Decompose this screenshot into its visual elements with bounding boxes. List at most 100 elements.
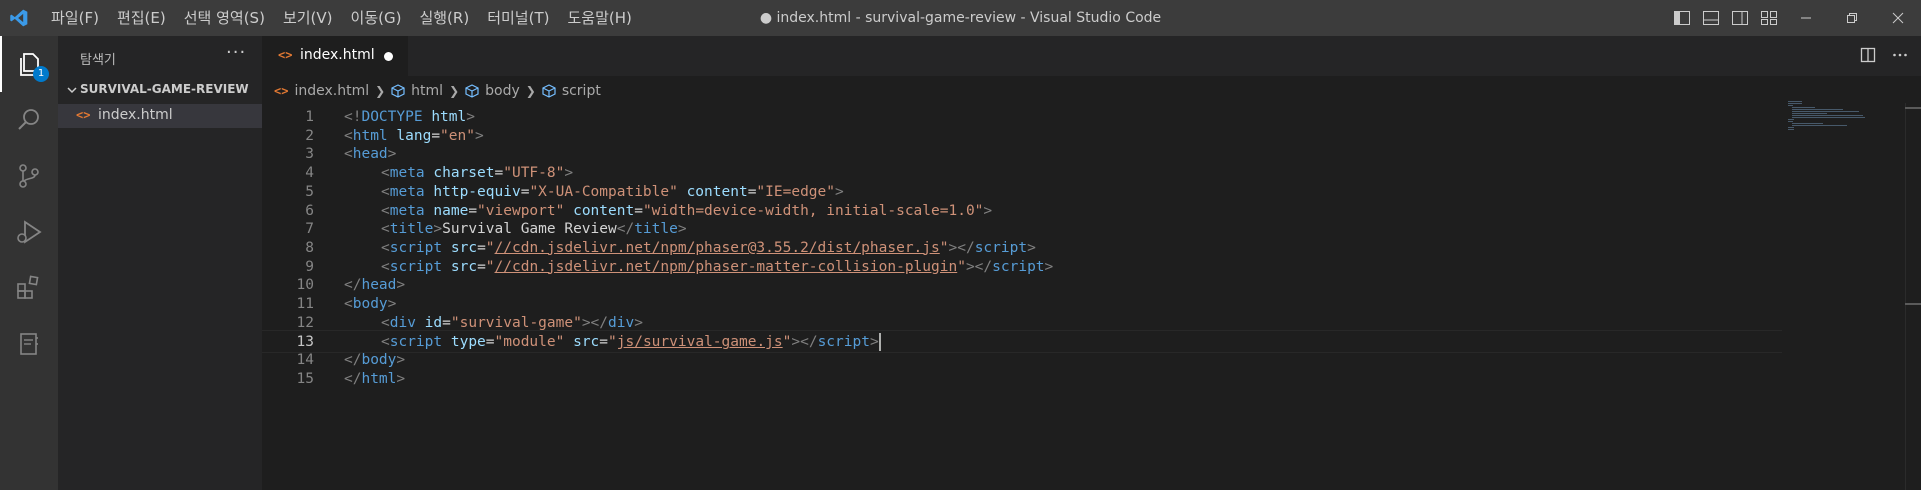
code-token: </ — [344, 352, 362, 369]
code-token: "X-UA-Compatible" — [529, 183, 678, 200]
code-token: = — [468, 202, 478, 219]
code-token: src — [573, 334, 600, 351]
minimap-line — [1792, 125, 1847, 126]
code-token: > — [433, 221, 443, 238]
code-token: < — [381, 202, 390, 219]
activity-source-control[interactable] — [0, 148, 58, 204]
minimap-line — [1788, 119, 1795, 120]
menu-help[interactable]: 도움말(H) — [558, 0, 640, 36]
symbol-element-icon — [391, 84, 405, 98]
more-actions-icon[interactable] — [1891, 46, 1909, 64]
scrollbar-marker — [1905, 107, 1921, 109]
code-token: = — [634, 202, 643, 219]
window-controls — [1783, 0, 1921, 36]
menu-view[interactable]: 보기(V) — [274, 0, 342, 36]
breadcrumb-body[interactable]: ❯ body — [443, 83, 520, 99]
code-token: > — [1044, 258, 1054, 275]
toggle-secondary-sidebar-icon[interactable] — [1730, 8, 1750, 28]
minimap-line — [1792, 113, 1828, 114]
breadcrumb-file[interactable]: <> index.html — [274, 83, 369, 99]
workspace-folder-label: SURVIVAL-GAME-REVIEW — [80, 82, 249, 96]
chevron-right-icon: ❯ — [449, 84, 460, 98]
code-token: ></ — [965, 258, 993, 275]
code-text: </html> — [344, 368, 405, 391]
tab-index-html[interactable]: <> index.html — [262, 36, 408, 76]
code-token: head — [352, 146, 388, 163]
code-token: > — [387, 146, 397, 163]
breadcrumb-label: script — [561, 83, 601, 99]
code-token: < — [344, 146, 353, 163]
toggle-primary-sidebar-icon[interactable] — [1672, 8, 1692, 28]
code-token: "UTF-8" — [503, 165, 565, 182]
code-token: < — [381, 165, 390, 182]
window-title: ● index.html - survival-game-review - Vi… — [759, 10, 1162, 26]
code-token: < — [344, 296, 353, 312]
menu-file[interactable]: 파일(F) — [42, 0, 108, 36]
code-token: = — [442, 314, 451, 331]
code-token: script — [974, 239, 1028, 256]
toggle-panel-icon[interactable] — [1701, 8, 1721, 28]
workspace-folder-header[interactable]: SURVIVAL-GAME-REVIEW — [58, 80, 262, 102]
menu-selection[interactable]: 선택 영역(S) — [175, 0, 274, 36]
activity-notebook[interactable] — [0, 316, 58, 372]
code-token: > — [564, 165, 574, 182]
code-token: < — [344, 127, 353, 144]
chevron-right-icon: ❯ — [525, 84, 536, 98]
minimap[interactable] — [1788, 101, 1900, 141]
code-token: = — [494, 165, 504, 182]
breadcrumb-html[interactable]: ❯ html — [369, 83, 443, 99]
menu-go[interactable]: 이동(G) — [342, 0, 411, 36]
html-file-icon: <> — [274, 84, 289, 98]
cursor-position-marker — [1905, 303, 1921, 305]
split-editor-icon[interactable] — [1859, 46, 1877, 64]
close-button[interactable] — [1875, 0, 1921, 36]
code-token: = — [599, 334, 609, 351]
minimap-line — [1792, 107, 1816, 108]
breadcrumb-script[interactable]: ❯ script — [520, 83, 601, 99]
run-debug-icon — [17, 220, 42, 244]
code-token: > — [396, 370, 406, 387]
code-token: title — [634, 221, 678, 238]
menu-terminal[interactable]: 터미널(T) — [478, 0, 558, 36]
code-token: lang — [396, 127, 432, 144]
code-token: > — [396, 277, 406, 294]
more-actions-button[interactable]: ··· — [226, 42, 246, 63]
vertical-scrollbar[interactable] — [1905, 103, 1921, 490]
code-token: = — [431, 127, 441, 144]
minimap-line — [1788, 129, 1795, 130]
code-editor[interactable]: 1 <!DOCTYPE html> 2 <html lang="en"> 3 <head>… — [262, 103, 1921, 490]
activity-extensions[interactable] — [0, 260, 58, 316]
code-token: content — [573, 202, 635, 219]
customize-layout-icon[interactable] — [1759, 8, 1779, 28]
minimize-button[interactable] — [1783, 0, 1829, 36]
code-token: body — [352, 296, 388, 312]
line-number: 15 — [296, 370, 314, 387]
code-token: meta — [389, 202, 425, 219]
code-token: > — [396, 352, 406, 369]
menu-edit[interactable]: 편집(E) — [108, 0, 175, 36]
unsaved-dot-icon[interactable] — [384, 52, 393, 61]
menu-run[interactable]: 실행(R) — [410, 0, 478, 36]
code-token: "viewport" — [477, 202, 565, 219]
code-token: id — [424, 314, 443, 331]
file-tree-item-index-html[interactable]: <> index.html — [58, 104, 262, 128]
symbol-element-icon — [465, 84, 479, 98]
minimap-line — [1792, 117, 1865, 118]
code-token: body — [361, 352, 397, 369]
code-token: > — [835, 183, 844, 200]
restore-button[interactable] — [1829, 0, 1875, 36]
activity-search[interactable] — [0, 92, 58, 148]
code-token: < — [381, 334, 390, 351]
code-token: name — [433, 202, 469, 219]
minimap-line — [1788, 121, 1794, 122]
code-token: < — [381, 239, 390, 256]
activity-run-debug[interactable] — [0, 204, 58, 260]
activity-explorer[interactable]: 1 — [0, 36, 58, 92]
code-token: </ — [616, 221, 635, 238]
code-line[interactable]: 15 </html> — [262, 368, 1782, 391]
